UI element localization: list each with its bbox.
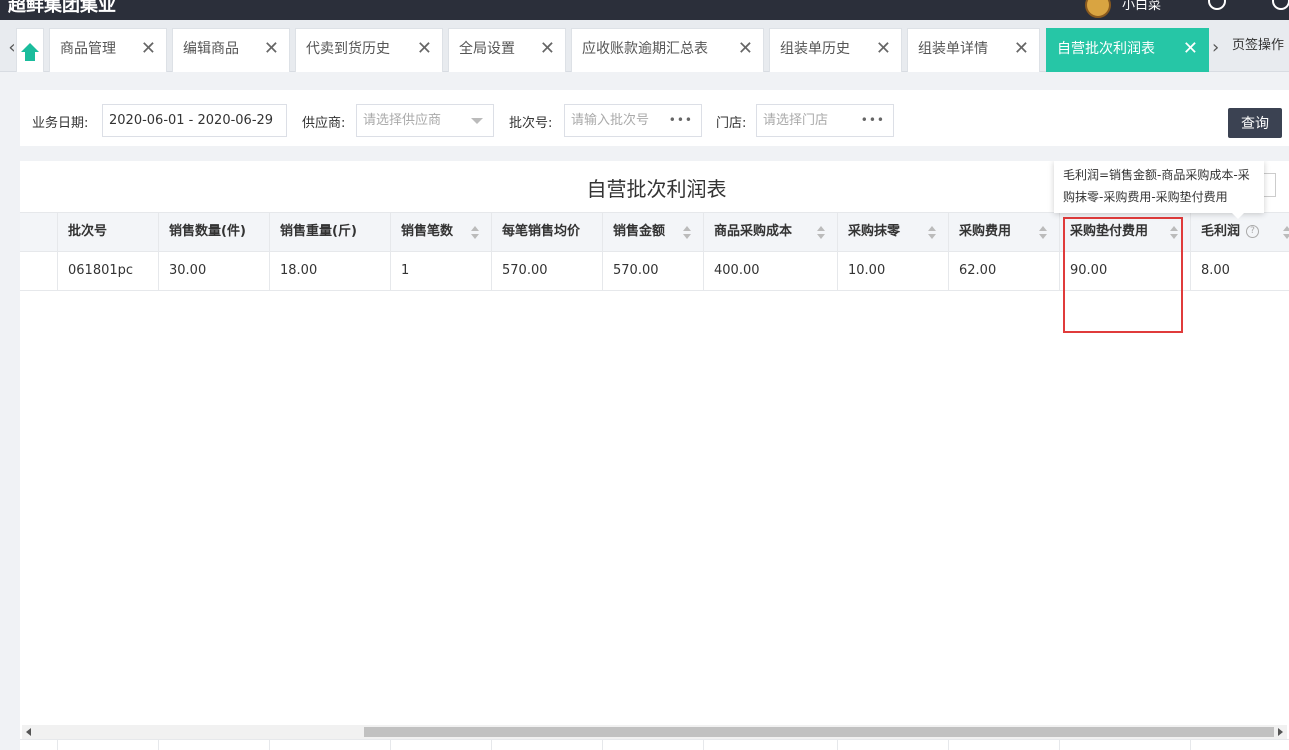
supplier-placeholder: 请选择供应商 <box>363 113 442 128</box>
tab-bar: ‹ 商品管理 ✕ 编辑商品 ✕ 代卖到货历史 ✕ 全局设置 ✕ 应收账款逾期汇总… <box>0 20 1289 72</box>
tab-self-operated-batch-profit[interactable]: 自营批次利润表 ✕ <box>1046 28 1209 72</box>
filter-panel: 业务日期: 2020-06-01 - 2020-06-29 供应商: 请选择供应… <box>20 90 1289 146</box>
tab-close-icon[interactable]: ✕ <box>264 29 279 69</box>
scrollbar-thumb[interactable] <box>364 727 1274 737</box>
batch-label: 批次号: <box>509 116 553 131</box>
tab-close-icon[interactable]: ✕ <box>876 29 891 69</box>
header-purchase-rounding[interactable]: 采购抹零 <box>838 213 949 251</box>
cell-sales-weight: 18.00 <box>270 252 391 290</box>
supplier-label: 供应商: <box>302 116 346 131</box>
sort-icon[interactable] <box>1039 226 1047 240</box>
date-range-input[interactable]: 2020-06-01 - 2020-06-29 <box>102 104 287 137</box>
cell-purchase-cost: 400.00 <box>704 252 838 290</box>
scroll-right-arrow-icon[interactable] <box>1278 728 1283 736</box>
store-label: 门店: <box>716 116 747 131</box>
help-icon[interactable] <box>1208 0 1226 10</box>
user-name[interactable]: 小白菜 <box>1122 0 1161 13</box>
footer-cell <box>58 740 159 750</box>
header-index <box>20 213 58 251</box>
query-button[interactable]: 查询 <box>1228 108 1282 138</box>
store-select[interactable]: 请选择门店 ••• <box>756 104 894 137</box>
cell-index <box>20 252 58 290</box>
chevron-down-icon <box>471 118 483 124</box>
cell-sales-count: 1 <box>391 252 492 290</box>
tab-product-management[interactable]: 商品管理 ✕ <box>49 28 167 72</box>
footer-cell <box>270 740 391 750</box>
cell-batch-no: 061801pc <box>58 252 159 290</box>
logout-icon[interactable] <box>1272 0 1289 10</box>
tab-close-icon[interactable]: ✕ <box>1014 29 1029 69</box>
sort-icon[interactable] <box>928 226 936 240</box>
footer-cell <box>391 740 492 750</box>
column-settings-button[interactable] <box>1264 173 1276 197</box>
footer-cell <box>1060 740 1191 750</box>
tab-home[interactable] <box>16 28 44 72</box>
tab-global-settings[interactable]: 全局设置 ✕ <box>448 28 566 72</box>
sort-icon[interactable] <box>817 226 825 240</box>
batch-placeholder: 请输入批次号 <box>571 113 650 128</box>
tab-consign-arrival-history[interactable]: 代卖到货历史 ✕ <box>295 28 443 72</box>
header-avg-price[interactable]: 每笔销售均价 <box>492 213 603 251</box>
help-icon[interactable]: ? <box>1246 225 1260 238</box>
more-icon[interactable]: ••• <box>861 105 885 136</box>
app-title: 超鲜集团集业 <box>8 0 116 16</box>
tab-close-icon[interactable]: ✕ <box>141 29 156 69</box>
tab-assembly-history[interactable]: 组装单历史 ✕ <box>769 28 902 72</box>
cell-purchase-fee: 62.00 <box>949 252 1060 290</box>
home-icon <box>21 43 39 61</box>
batch-input[interactable]: 请输入批次号 ••• <box>564 104 702 137</box>
scroll-left-arrow-icon[interactable] <box>26 728 31 736</box>
header-sales-qty[interactable]: 销售数量(件) <box>159 213 270 251</box>
more-icon[interactable]: ••• <box>669 105 693 136</box>
date-label: 业务日期: <box>32 116 89 131</box>
cell-sales-amount: 570.00 <box>603 252 704 290</box>
gross-profit-tooltip: 毛利润=销售金额-商品采购成本-采购抹零-采购费用-采购垫付费用 <box>1054 161 1264 219</box>
store-placeholder: 请选择门店 <box>763 113 829 128</box>
cell-avg-price: 570.00 <box>492 252 603 290</box>
cell-sales-qty: 30.00 <box>159 252 270 290</box>
footer-cell <box>492 740 603 750</box>
header-purchase-fee[interactable]: 采购费用 <box>949 213 1060 251</box>
tab-scroll-right-icon[interactable]: › <box>1212 28 1230 72</box>
tab-close-icon[interactable]: ✕ <box>1183 29 1198 69</box>
footer-cell <box>704 740 838 750</box>
sort-icon[interactable] <box>683 226 691 240</box>
header-sales-amount[interactable]: 销售金额 <box>603 213 704 251</box>
highlight-box <box>1063 217 1183 333</box>
tab-assembly-detail[interactable]: 组装单详情 ✕ <box>907 28 1040 72</box>
user-avatar[interactable] <box>1085 0 1111 18</box>
report-panel: 自营批次利润表 批次号 销售数量(件) 销售重量(斤) 销售笔数 每笔销售均价 … <box>20 161 1289 750</box>
horizontal-scrollbar[interactable] <box>22 725 1287 739</box>
top-bar: 超鲜集团集业 小白菜 <box>0 0 1289 20</box>
header-purchase-cost[interactable]: 商品采购成本 <box>704 213 838 251</box>
footer-cell <box>838 740 949 750</box>
header-sales-count[interactable]: 销售笔数 <box>391 213 492 251</box>
footer-cell <box>949 740 1060 750</box>
header-sales-weight[interactable]: 销售重量(斤) <box>270 213 391 251</box>
tab-close-icon[interactable]: ✕ <box>738 29 753 69</box>
cell-purchase-rounding: 10.00 <box>838 252 949 290</box>
cell-gross-profit: 8.00 <box>1201 263 1230 278</box>
footer-cell <box>603 740 704 750</box>
sort-icon[interactable] <box>471 226 479 240</box>
tab-close-icon[interactable]: ✕ <box>417 29 432 69</box>
footer-cell <box>159 740 270 750</box>
tab-close-icon[interactable]: ✕ <box>540 29 555 69</box>
sort-icon[interactable] <box>1283 226 1289 240</box>
tab-actions-menu[interactable]: 页签操作 <box>1232 28 1284 72</box>
supplier-select[interactable]: 请选择供应商 <box>356 104 494 137</box>
header-batch-no: 批次号 <box>58 213 159 251</box>
footer-cell <box>20 740 58 750</box>
table-footer-row <box>20 739 1289 750</box>
tab-edit-product[interactable]: 编辑商品 ✕ <box>172 28 290 72</box>
tab-receivables-overdue-summary[interactable]: 应收账款逾期汇总表 ✕ <box>571 28 764 72</box>
